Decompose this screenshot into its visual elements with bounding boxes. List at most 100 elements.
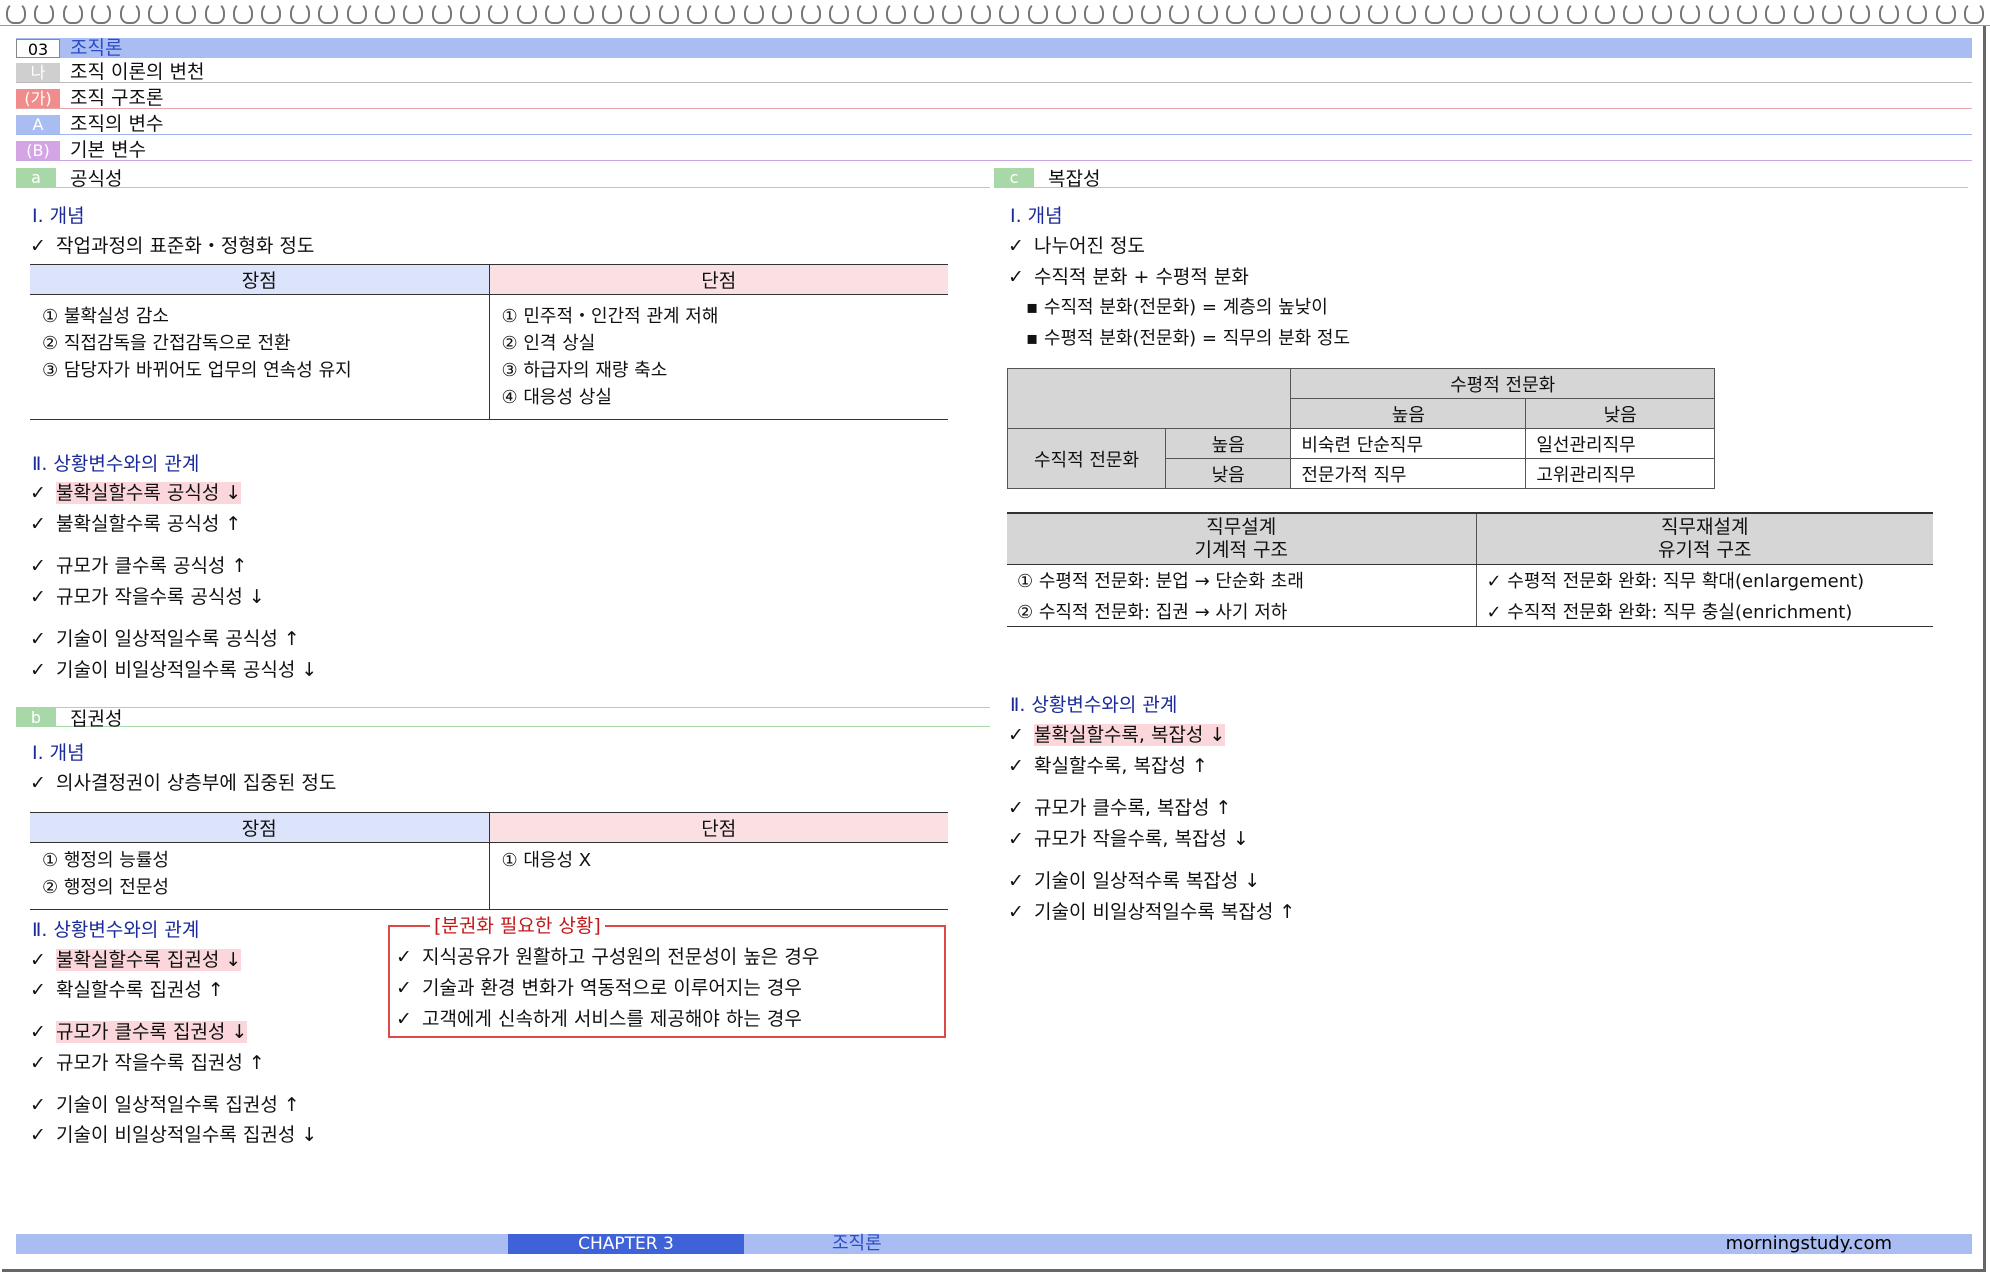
header-tag-ga: (가) [16, 89, 60, 108]
matrix-col-low: 낮음 [1525, 398, 1715, 429]
spiral-ring [1736, 2, 1757, 24]
header-tag-na: 나 [16, 63, 60, 82]
spiral-ring [1169, 2, 1190, 24]
header-text-na: 조직 이론의 변천 [70, 61, 205, 83]
matrix-col-high: 높음 [1290, 398, 1527, 429]
relation-item: ✓ 규모가 작을수록 공식성 ↓ [30, 586, 265, 608]
footer-bar [16, 1234, 1972, 1254]
section-a-relation-heading: Ⅱ. 상황변수와의 관계 [32, 453, 200, 475]
spiral-ring [857, 2, 878, 24]
section-c-concept: ✓ 수직적 분화 + 수평적 분화 [1008, 266, 1249, 288]
spiral-ring [261, 2, 282, 24]
matrix-cell: 고위관리직무 [1525, 458, 1715, 489]
header-text-a: 조직의 변수 [70, 113, 164, 135]
cons-item: ④ 대응성 상실 [501, 387, 612, 408]
spiral-ring [1282, 2, 1303, 24]
spiral-ring [1538, 2, 1559, 24]
pros-header: 장점 [30, 812, 489, 843]
job-redesign-row: ✓ 수평적 전문화 완화: 직무 확대(enlargement) [1475, 564, 1933, 596]
spiral-ring [573, 2, 594, 24]
job-redesign-row: ✓ 수직적 전문화 완화: 직무 충실(enrichment) [1475, 595, 1933, 627]
job-design-header: 직무설계 기계적 구조 [1007, 512, 1476, 565]
spiral-ring [1878, 2, 1899, 24]
relation-item: ✓ 기술이 일상적수록 복잡성 ↓ [1008, 870, 1261, 892]
spiral-ring [545, 2, 566, 24]
spiral-ring [1481, 2, 1502, 24]
relation-item: ✓ 확실할수록 집권성 ↑ [30, 979, 224, 1001]
matrix-cell: 비숙련 단순직무 [1290, 428, 1527, 459]
spiral-ring [1396, 2, 1417, 24]
cons-item: ② 인격 상실 [501, 333, 596, 354]
relation-item: ✓ 기술이 비일상적일수록 공식성 ↓ [30, 659, 318, 681]
cons-header: 단점 [488, 264, 948, 295]
pros-item: ① 행정의 능률성 [42, 850, 169, 871]
section-c-sub-item: ▪ 수평적 분화(전문화) = 직무의 분화 정도 [1026, 328, 1351, 349]
spiral-ring [1963, 2, 1984, 24]
relation-item: ✓ 규모가 클수록, 복잡성 ↑ [1008, 797, 1232, 819]
spiral-ring [1765, 2, 1786, 24]
section-b-concept: ✓ 의사결정권이 상층부에 집중된 정도 [30, 772, 337, 794]
relation-item: ✓ 규모가 작을수록, 복잡성 ↓ [1008, 828, 1249, 850]
spiral-ring [1708, 2, 1729, 24]
spiral-ring [1027, 2, 1048, 24]
relation-item: ✓ 규모가 클수록 공식성 ↑ [30, 555, 248, 577]
spiral-ring [1424, 2, 1445, 24]
spiral-ring [715, 2, 736, 24]
section-c-sub-item: ▪ 수직적 분화(전문화) = 계층의 높낮이 [1026, 297, 1328, 318]
job-design-row: ① 수평적 전문화: 분업 → 단순화 초래 [1017, 571, 1304, 593]
spiral-ring [772, 2, 793, 24]
spiral-ring [1935, 2, 1956, 24]
section-c-concept-heading: Ⅰ. 개념 [1010, 205, 1063, 227]
relation-item: ✓ 불확실할수록, 복잡성 ↓ [1008, 724, 1226, 746]
specialization-matrix: 수평적 전문화 높음 낮음 수직적 전문화 높음 비숙련 단순직무 일선관리직무… [1006, 368, 1715, 489]
spiral-ring [687, 2, 707, 24]
spiral-ring [1907, 2, 1928, 24]
matrix-col-group: 수평적 전문화 [1290, 368, 1715, 399]
spiral-ring [828, 2, 849, 24]
section-c-relation-heading: Ⅱ. 상황변수와의 관계 [1010, 694, 1178, 716]
footer-site: morningstudy.com [1725, 1233, 1892, 1254]
box-item: ✓ 고객에게 신속하게 서비스를 제공해야 하는 경우 [396, 1008, 802, 1030]
spiral-ring [658, 2, 679, 24]
spiral-ring [1566, 2, 1587, 24]
spiral-ring [1339, 2, 1360, 24]
footer-title: 조직론 [832, 1233, 882, 1254]
spiral-ring [289, 2, 310, 24]
section-a-title: 공식성 [70, 168, 123, 190]
matrix-cell: 일선관리직무 [1525, 428, 1715, 459]
section-b-pros-cons-table: 장점 단점 ① 행정의 능률성 ② 행정의 전문성 ① 대응성 X [30, 812, 948, 910]
header-tag-a: A [16, 115, 60, 134]
spiral-ring [1084, 2, 1105, 24]
job-redesign-header: 직무재설계 유기적 구조 [1475, 512, 1933, 565]
job-design-row: ② 수직적 전문화: 집권 → 사기 저하 [1007, 595, 1476, 627]
footer-chapter: CHAPTER 3 [508, 1234, 744, 1254]
relation-item: ✓ 확실할수록, 복잡성 ↑ [1008, 755, 1208, 777]
cons-cell: ① 대응성 X [488, 842, 948, 910]
cons-item: ① 민주적・인간적 관계 저해 [501, 306, 719, 327]
relation-item: ✓ 기술이 일상적일수록 집권성 ↑ [30, 1094, 300, 1116]
section-a-pros-cons-table: 장점 단점 ① 불확실성 감소 ② 직접감독을 간접감독으로 전환 ③ 담당자가… [30, 264, 948, 420]
spiral-ring [601, 2, 622, 24]
chapter-title: 조직론 [70, 36, 123, 59]
cons-item: ① 대응성 X [501, 850, 592, 871]
matrix-corner [1006, 368, 1292, 429]
spiral-ring [1822, 2, 1842, 24]
section-a-tag: a [16, 168, 56, 187]
spiral-ring [233, 2, 253, 24]
spiral-ring [630, 2, 651, 24]
spiral-ring [1311, 2, 1332, 24]
pros-item: ② 행정의 전문성 [42, 877, 169, 898]
relation-item: ✓ 불확실할수록 공식성 ↑ [30, 513, 242, 535]
spiral-ring [488, 2, 509, 24]
spiral-ring [204, 2, 225, 24]
spiral-ring [460, 2, 480, 24]
spiral-ring [147, 2, 168, 24]
box-item: ✓ 지식공유가 원활하고 구성원의 전문성이 높은 경우 [396, 946, 820, 968]
spiral-ring [1226, 2, 1247, 24]
relation-item: ✓ 불확실할수록 공식성 ↓ [30, 482, 242, 504]
spiral-ring [970, 2, 991, 24]
spiral-ring [516, 2, 537, 24]
spiral-ring [91, 2, 112, 24]
relation-item: ✓ 규모가 작을수록 집권성 ↑ [30, 1052, 265, 1074]
pros-item: ② 직접감독을 간접감독으로 전환 [42, 333, 291, 354]
